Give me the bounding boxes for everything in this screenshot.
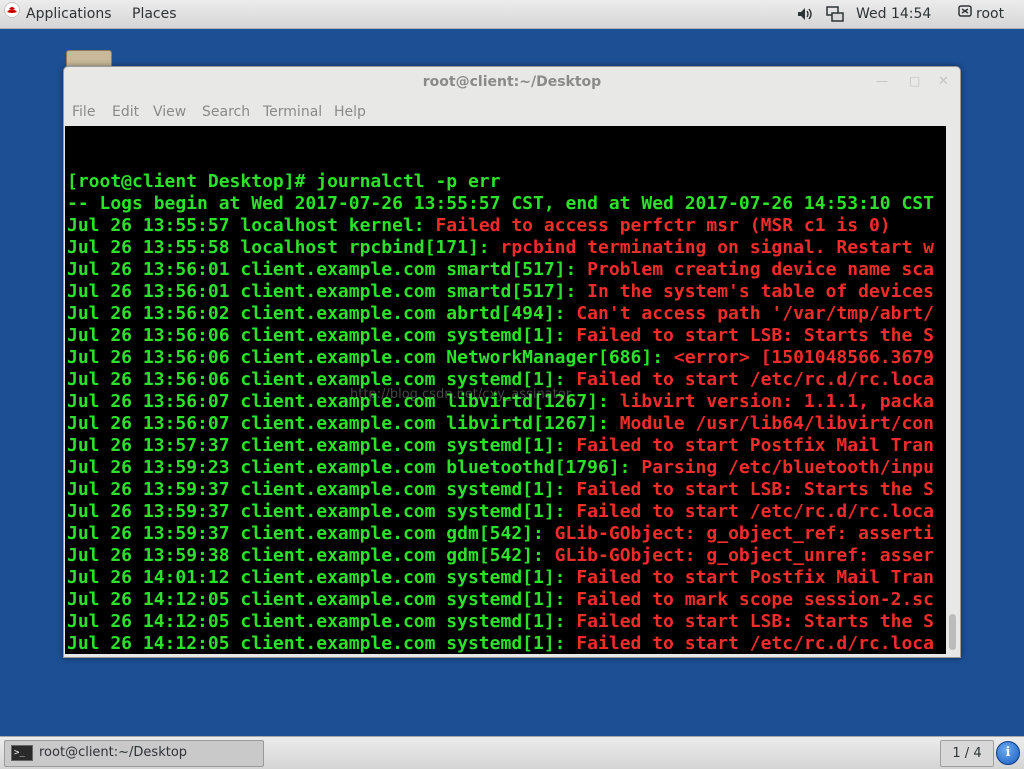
- terminal-line: Jul 26 13:56:06 client.example.com Netwo…: [67, 347, 934, 369]
- terminal-line: Jul 26 13:57:37 client.example.com syste…: [67, 435, 934, 457]
- terminal-line: -- Logs begin at Wed 2017-07-26 13:55:57…: [67, 193, 934, 215]
- log-prefix: Jul 26 13:59:37 client.example.com syste…: [67, 501, 577, 522]
- log-prefix: Jul 26 13:57:37 client.example.com syste…: [67, 435, 577, 456]
- clock[interactable]: Wed 14:54: [856, 0, 931, 28]
- log-message: Can't access path '/var/tmp/abrt/: [576, 303, 934, 324]
- menu-edit[interactable]: Edit: [112, 104, 139, 120]
- minimize-button[interactable]: —: [876, 74, 888, 88]
- log-prefix: Jul 26 13:55:57 localhost kernel:: [67, 215, 436, 236]
- terminal-line: Jul 26 13:55:58 localhost rpcbind[171]: …: [67, 237, 934, 259]
- terminal-line: Jul 26 14:12:05 client.example.com syste…: [67, 611, 934, 633]
- terminal-line: Jul 26 13:55:57 localhost kernel: Failed…: [67, 215, 934, 237]
- terminal-window: root@client:~/Desktop — □ ✕ File Edit Vi…: [63, 66, 961, 658]
- log-message: <error> [1501048566.3679: [673, 347, 934, 368]
- watermark: http://blog.csdn.net/cxy_assinator: [350, 387, 572, 402]
- top-panel: Applications Places Wed 14:54 root: [0, 0, 1024, 29]
- info-icon[interactable]: i: [996, 741, 1020, 765]
- log-prefix: Jul 26 14:12:05 client.example.com syste…: [67, 611, 577, 632]
- terminal-line: Jul 26 13:56:01 client.example.com smart…: [67, 259, 934, 281]
- terminal-line: [root@client Desktop]# journalctl -p err: [67, 171, 934, 193]
- log-message: Failed to start /etc/rc.d/rc.loca: [576, 369, 934, 390]
- log-prefix: [root@client Desktop]# journalctl -p err: [67, 171, 501, 192]
- window-titlebar[interactable]: root@client:~/Desktop — □ ✕: [64, 67, 960, 99]
- menu-search[interactable]: Search: [202, 104, 250, 120]
- volume-icon[interactable]: [797, 0, 815, 28]
- places-menu[interactable]: Places: [132, 0, 177, 28]
- menu-terminal[interactable]: Terminal: [263, 104, 322, 120]
- terminal-line: Jul 26 14:01:12 client.example.com syste…: [67, 567, 934, 589]
- close-button[interactable]: ✕: [938, 74, 949, 89]
- window-title: root@client:~/Desktop: [422, 74, 602, 90]
- log-prefix: Jul 26 13:56:06 client.example.com Netwo…: [67, 347, 674, 368]
- redhat-logo-icon: [4, 0, 20, 28]
- log-message: Failed to start /etc/rc.d/rc.loca: [576, 501, 934, 522]
- network-icon[interactable]: [826, 0, 844, 28]
- log-message: Problem creating device name sca: [587, 259, 934, 280]
- terminal-icon: >_: [11, 745, 33, 761]
- log-prefix: Jul 26 13:56:02 client.example.com abrtd…: [67, 303, 577, 324]
- log-prefix: Jul 26 14:01:12 client.example.com syste…: [67, 567, 577, 588]
- user-icon: [958, 0, 972, 28]
- terminal-line: Jul 26 13:59:37 client.example.com syste…: [67, 501, 934, 523]
- terminal-line: Jul 26 13:59:37 client.example.com gdm[5…: [67, 523, 934, 545]
- log-message: Failed to mark scope session-2.sc: [576, 589, 934, 610]
- log-message: rpcbind terminating on signal. Restart w: [500, 237, 934, 258]
- terminal-line: Jul 26 13:56:02 client.example.com abrtd…: [67, 303, 934, 325]
- scrollbar[interactable]: [946, 126, 959, 654]
- log-message: GLib-GObject: g_object_unref: asser: [554, 545, 934, 566]
- user-label: root: [976, 6, 1005, 22]
- workspace-indicator[interactable]: 1 / 4: [940, 740, 994, 767]
- log-message: Failed to access perfctr msr (MSR c1 is …: [435, 215, 891, 236]
- log-prefix: Jul 26 13:56:01 client.example.com smart…: [67, 259, 588, 280]
- terminal-line: Jul 26 13:56:01 client.example.com smart…: [67, 281, 934, 303]
- log-prefix: Jul 26 13:56:06 client.example.com syste…: [67, 325, 577, 346]
- log-message: Failed to start LSB: Starts the S: [576, 325, 934, 346]
- applications-menu[interactable]: Applications: [4, 0, 112, 28]
- terminal-line: Jul 26 13:59:23 client.example.com bluet…: [67, 457, 934, 479]
- log-message: Failed to start /etc/rc.d/rc.loca: [576, 633, 934, 654]
- log-prefix: Jul 26 13:59:37 client.example.com gdm[5…: [67, 523, 555, 544]
- applications-label: Applications: [26, 6, 112, 22]
- log-prefix: Jul 26 13:56:01 client.example.com smart…: [67, 281, 588, 302]
- menubar: File Edit View Search Terminal Help: [64, 99, 960, 125]
- menu-view[interactable]: View: [153, 104, 186, 120]
- log-prefix: Jul 26 14:12:05 client.example.com syste…: [67, 633, 577, 654]
- taskbar-window-button[interactable]: >_ root@client:~/Desktop: [4, 740, 264, 767]
- log-message: Module /usr/lib64/libvirt/con: [619, 413, 934, 434]
- log-message: Failed to start Postfix Mail Tran: [576, 567, 934, 588]
- terminal-line: Jul 26 13:59:38 client.example.com gdm[5…: [67, 545, 934, 567]
- log-message: Parsing /etc/bluetooth/inpu: [641, 457, 934, 478]
- log-message: Failed to start LSB: Starts the S: [576, 479, 934, 500]
- log-message: GLib-GObject: g_object_ref: asserti: [554, 523, 934, 544]
- terminal-line: Jul 26 13:56:06 client.example.com syste…: [67, 325, 934, 347]
- log-prefix: Jul 26 13:59:37 client.example.com syste…: [67, 479, 577, 500]
- terminal-line: Jul 26 13:56:07 client.example.com libvi…: [67, 413, 934, 435]
- taskbar-label: root@client:~/Desktop: [39, 745, 188, 760]
- log-message: libvirt version: 1.1.1, packa: [619, 391, 934, 412]
- terminal-line: Jul 26 14:12:05 client.example.com syste…: [67, 633, 934, 654]
- log-prefix: Jul 26 13:56:07 client.example.com libvi…: [67, 413, 620, 434]
- user-menu[interactable]: root: [958, 0, 1004, 28]
- log-message: Failed to start Postfix Mail Tran: [576, 435, 934, 456]
- log-prefix: -- Logs begin at Wed 2017-07-26 13:55:57…: [67, 193, 934, 214]
- maximize-button[interactable]: □: [909, 74, 920, 88]
- log-prefix: Jul 26 13:59:38 client.example.com gdm[5…: [67, 545, 555, 566]
- log-prefix: Jul 26 14:12:05 client.example.com syste…: [67, 589, 577, 610]
- log-prefix: Jul 26 13:59:23 client.example.com bluet…: [67, 457, 642, 478]
- terminal-line: Jul 26 13:59:37 client.example.com syste…: [67, 479, 934, 501]
- menu-help[interactable]: Help: [334, 104, 366, 120]
- log-message: In the system's table of devices: [587, 281, 934, 302]
- log-prefix: Jul 26 13:55:58 localhost rpcbind[171]:: [67, 237, 501, 258]
- scrollbar-thumb[interactable]: [949, 614, 956, 650]
- terminal-lines: [root@client Desktop]# journalctl -p err…: [67, 171, 934, 654]
- terminal-line: Jul 26 14:12:05 client.example.com syste…: [67, 589, 934, 611]
- menu-file[interactable]: File: [72, 104, 95, 120]
- bottom-panel: >_ root@client:~/Desktop 1 / 4 i: [0, 736, 1024, 769]
- log-message: Failed to start LSB: Starts the S: [576, 611, 934, 632]
